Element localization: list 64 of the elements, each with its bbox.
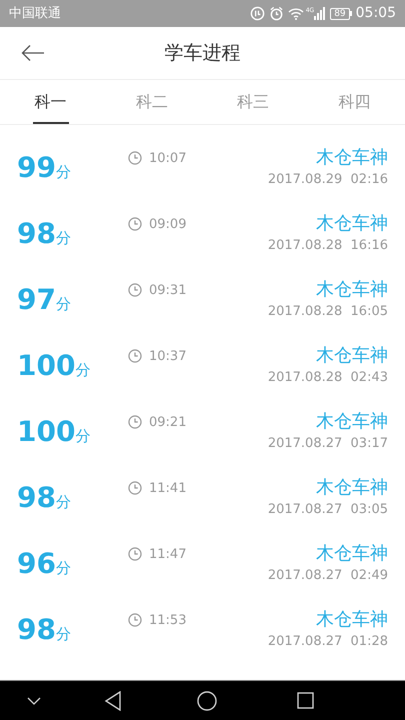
score: 96	[17, 546, 56, 582]
score-unit: 分	[56, 624, 71, 645]
record-date: 2017.08.28 16:16	[268, 237, 388, 255]
record-date: 2017.08.27 03:17	[268, 435, 388, 453]
clock-icon	[128, 349, 142, 363]
record-date: 2017.08.27 03:05	[268, 501, 388, 519]
user-name: 木仓车神	[316, 410, 388, 434]
score-unit: 分	[56, 294, 71, 315]
clock-icon	[128, 547, 142, 561]
score: 98	[17, 480, 56, 516]
page-title: 学车进程	[164, 40, 240, 66]
record-date: 2017.08.29 02:16	[268, 171, 388, 189]
clock-icon	[128, 151, 142, 165]
clock-icon	[128, 481, 142, 495]
duration: 09:31	[149, 282, 186, 300]
record-date: 2017.08.27 02:49	[268, 567, 388, 585]
tab[interactable]: 科四	[304, 80, 405, 124]
record-date: 2017.08.27 01:28	[268, 633, 388, 651]
alarm-icon	[268, 6, 284, 21]
home-icon[interactable]	[197, 690, 217, 710]
clock-icon	[128, 415, 142, 429]
score-unit: 分	[56, 228, 71, 249]
score: 100	[17, 414, 76, 450]
record-date: 2017.08.28 16:05	[268, 303, 388, 321]
recent-apps-icon[interactable]	[297, 692, 314, 709]
back-icon[interactable]	[104, 690, 122, 710]
score-unit: 分	[56, 162, 71, 183]
duration: 11:41	[149, 480, 186, 498]
score-unit: 分	[75, 426, 90, 447]
clock-icon	[128, 217, 142, 231]
user-name: 木仓车神	[316, 212, 388, 236]
score-unit: 分	[56, 492, 71, 513]
carrier-name: 中国联通	[9, 4, 61, 23]
duration: 11:53	[149, 612, 186, 630]
tab[interactable]: 科一	[0, 80, 102, 124]
score: 99	[17, 150, 56, 186]
chevron-down-icon[interactable]	[27, 696, 41, 704]
score: 98	[17, 216, 56, 252]
user-name: 木仓车神	[316, 146, 388, 170]
clock-time: 05:05	[356, 4, 396, 23]
clock-icon	[128, 613, 142, 627]
clock-icon	[128, 283, 142, 297]
duration: 09:21	[149, 414, 186, 432]
score: 97	[17, 282, 56, 318]
duration: 09:09	[149, 216, 186, 234]
user-name: 木仓车神	[316, 476, 388, 500]
record-date: 2017.08.28 02:43	[268, 369, 388, 387]
battery-icon: 89	[330, 8, 352, 20]
user-name: 木仓车神	[316, 344, 388, 368]
user-name: 木仓车神	[316, 278, 388, 302]
wifi-icon	[288, 6, 304, 20]
score: 98	[17, 612, 56, 648]
tab[interactable]: 科二	[101, 80, 202, 124]
score: 100	[17, 348, 76, 384]
data-saver-icon	[250, 6, 265, 21]
duration: 10:37	[149, 348, 186, 366]
duration: 11:47	[149, 546, 186, 564]
signal-icon	[314, 7, 326, 20]
user-name: 木仓车神	[316, 542, 388, 566]
user-name: 木仓车神	[316, 608, 388, 632]
duration: 10:07	[149, 150, 186, 168]
score-unit: 分	[56, 558, 71, 579]
score-unit: 分	[75, 360, 90, 381]
tab[interactable]: 科三	[202, 80, 304, 124]
